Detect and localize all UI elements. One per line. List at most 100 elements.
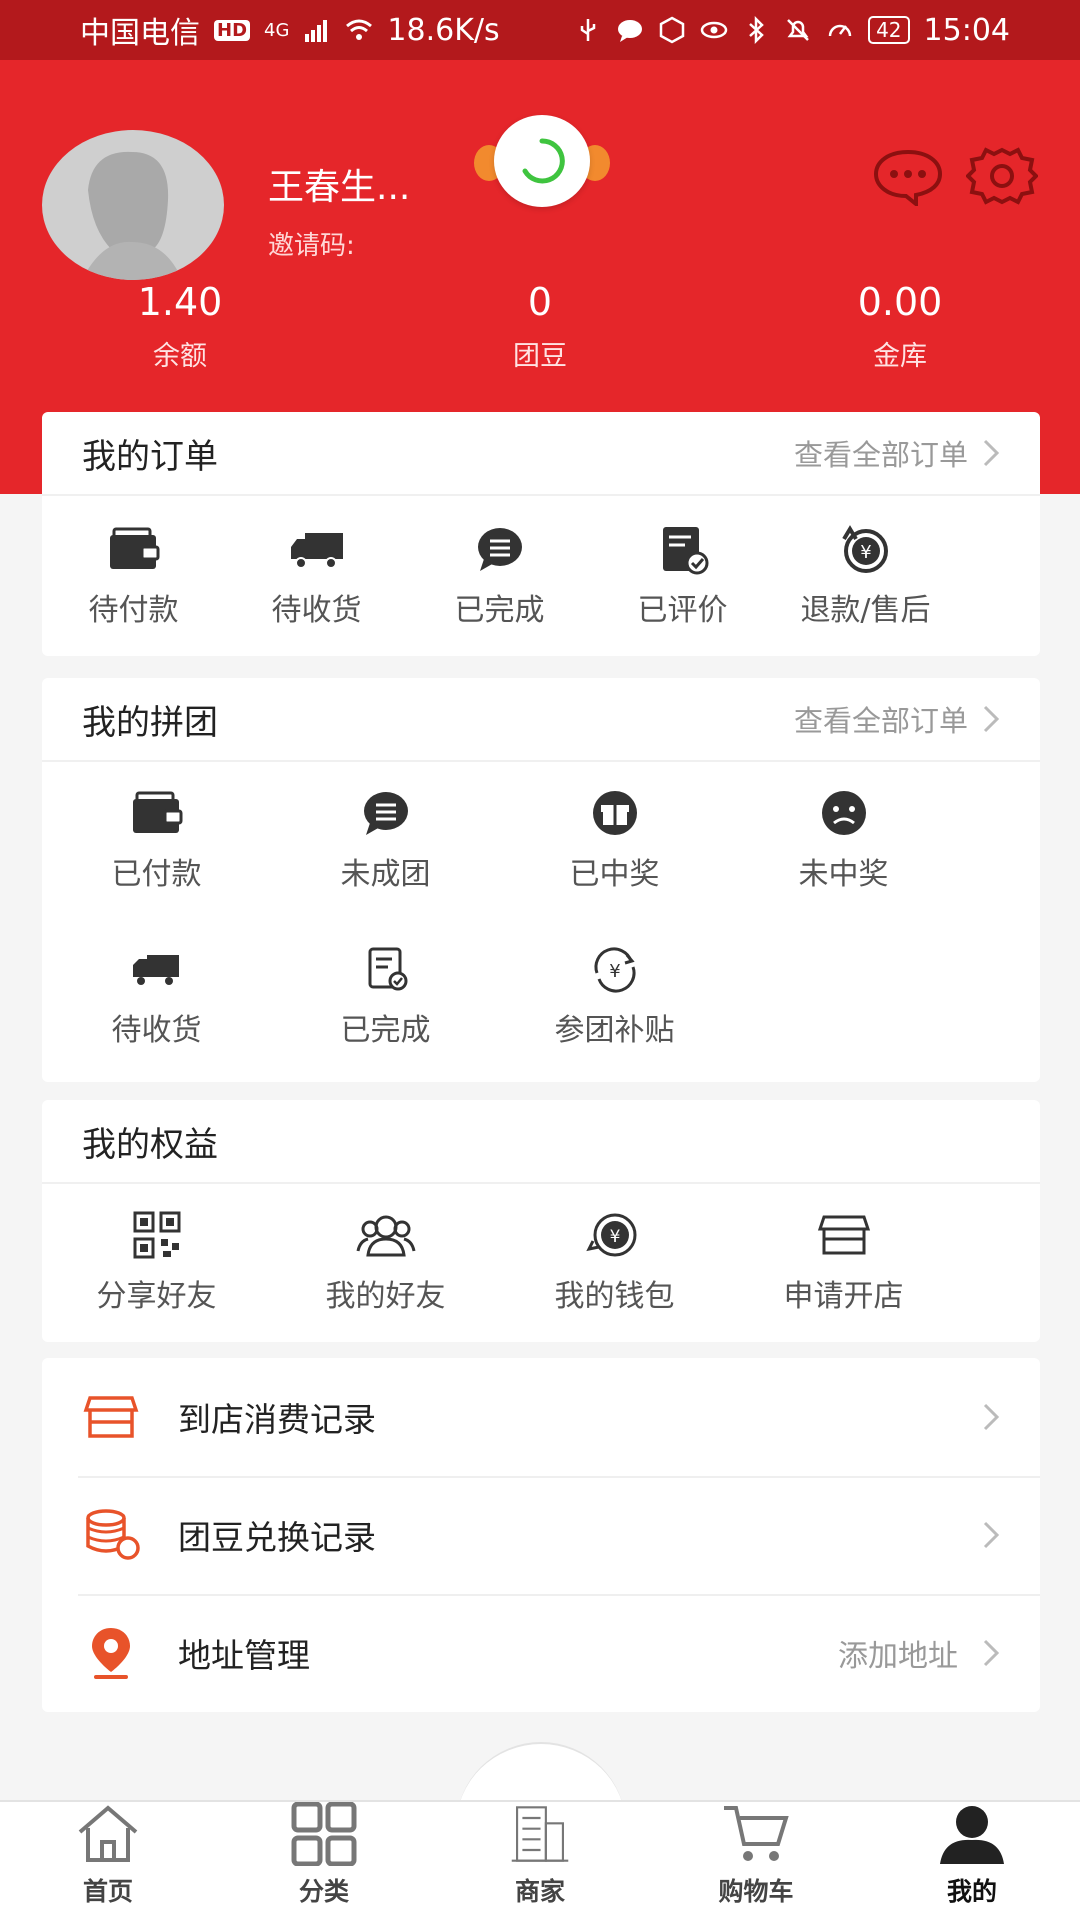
list-item-address[interactable]: 地址管理 添加地址: [42, 1594, 1040, 1712]
group-item-label: 已完成: [340, 1013, 431, 1048]
nav-mine[interactable]: 我的: [864, 1802, 1080, 1920]
user-icon: [940, 1806, 1004, 1864]
usb-icon: [580, 19, 596, 41]
wallet-stats: 1.40 余额 0 团豆 0.00 金库: [0, 280, 1080, 373]
add-address-hint: 添加地址: [838, 1639, 958, 1674]
nav-cart[interactable]: 购物车: [648, 1802, 864, 1920]
store-icon: [817, 1215, 870, 1255]
wallet-icon: [109, 527, 159, 569]
my-wallet[interactable]: ¥ 我的钱包: [500, 1184, 729, 1340]
rights-item-label: 我的好友: [325, 1279, 446, 1314]
home-icon: [78, 1805, 138, 1862]
review-doc-icon: [662, 527, 708, 575]
signal-icon: [305, 20, 328, 42]
invite-code-label: 邀请码:: [268, 231, 355, 261]
nav-label: 商家: [514, 1877, 565, 1906]
group-completed[interactable]: 已完成: [271, 918, 500, 1074]
stat-vault[interactable]: 0.00 金库: [720, 280, 1080, 373]
category-grid-icon: [291, 1802, 357, 1866]
eye-icon: [700, 21, 728, 39]
group-item-label: 已付款: [111, 857, 202, 892]
rights-item-label: 我的钱包: [554, 1279, 675, 1314]
gift-icon: [592, 791, 637, 835]
gear-icon[interactable]: [966, 146, 1038, 206]
qr-code-icon: [133, 1211, 180, 1259]
battery-indicator: 42: [868, 16, 910, 44]
rights-card: 我的权益 分享好友 我的好友 ¥ 我的钱包 申请开店: [42, 1100, 1040, 1342]
stat-value: 1.40: [137, 280, 223, 324]
order-pending-payment[interactable]: 待付款: [42, 496, 225, 656]
cart-icon: [724, 1806, 789, 1861]
wifi-icon: [346, 19, 373, 40]
nav-home[interactable]: 首页: [0, 1802, 216, 1920]
hd-badge: HD: [214, 19, 251, 41]
list-item-label: 团豆兑换记录: [178, 1518, 376, 1557]
stat-label: 金库: [873, 341, 927, 372]
chevron-right-icon: [983, 439, 1000, 467]
hand-icon: [659, 16, 685, 44]
mute-bell-icon: [787, 19, 809, 41]
group-item-label: 参团补贴: [554, 1013, 675, 1048]
order-item-label: 待收货: [271, 593, 362, 628]
stat-tuandou[interactable]: 0 团豆: [360, 280, 720, 373]
order-item-label: 待付款: [88, 593, 179, 628]
order-item-label: 退款/售后: [800, 593, 931, 628]
location-pin-icon: [92, 1628, 130, 1679]
apply-open-store[interactable]: 申请开店: [729, 1184, 958, 1340]
group-title: 我的拼团: [82, 702, 218, 743]
order-completed[interactable]: 已完成: [408, 496, 591, 656]
group-pending-receipt[interactable]: 待收货: [42, 918, 271, 1074]
records-list: 到店消费记录 团豆兑换记录 地址管理 添加地址: [42, 1358, 1040, 1712]
group-card: 我的拼团 查看全部订单 已付款 未成团 已中奖 未中奖 待收货 已完成 ¥ 参团…: [42, 678, 1040, 1082]
nav-label: 我的: [946, 1877, 997, 1906]
building-icon: [511, 1806, 569, 1862]
view-all-group-link[interactable]: 查看全部订单: [794, 698, 1000, 740]
group-not-formed[interactable]: 未成团: [271, 762, 500, 918]
rights-item-label: 分享好友: [96, 1279, 217, 1314]
group-paid[interactable]: 已付款: [42, 762, 271, 918]
svg-text:¥: ¥: [860, 542, 871, 563]
message-notify-icon: [618, 20, 643, 42]
avatar[interactable]: [42, 130, 224, 280]
bluetooth-icon: [749, 16, 764, 44]
list-item-tuandou-exchange[interactable]: 团豆兑换记录: [42, 1476, 1040, 1594]
orders-title: 我的订单: [82, 436, 218, 477]
username[interactable]: 王春生...: [268, 158, 410, 210]
group-item-label: 待收货: [111, 1013, 202, 1048]
view-all-orders-link[interactable]: 查看全部订单: [794, 432, 1000, 474]
nav-merchant[interactable]: 商家: [432, 1802, 648, 1920]
svg-text:¥: ¥: [609, 961, 620, 982]
network-type: 4G: [264, 19, 290, 41]
store-icon: [83, 1396, 139, 1438]
group-subsidy[interactable]: ¥ 参团补贴: [500, 918, 729, 1074]
view-all-label: 查看全部订单: [793, 438, 968, 472]
group-item-label: 未成团: [340, 857, 431, 892]
review-doc-icon: [368, 947, 407, 991]
group-won[interactable]: 已中奖: [500, 762, 729, 918]
stat-balance[interactable]: 1.40 余额: [0, 280, 360, 373]
nav-category[interactable]: 分类: [216, 1802, 432, 1920]
bottom-nav: 首页 分类 商家 购物车 我的: [0, 1800, 1080, 1920]
chevron-right-icon: [983, 705, 1000, 733]
speedometer-icon: [828, 24, 852, 37]
order-reviewed[interactable]: 已评价: [591, 496, 774, 656]
order-refund[interactable]: ¥ 退款/售后: [774, 496, 957, 656]
carrier-label: 中国电信: [80, 16, 200, 51]
list-item-store-consumption[interactable]: 到店消费记录: [42, 1358, 1040, 1476]
stat-value: 0.00: [857, 280, 943, 324]
list-item-label: 到店消费记录: [178, 1400, 376, 1439]
share-friends[interactable]: 分享好友: [42, 1184, 271, 1340]
truck-icon: [132, 955, 179, 985]
message-icon[interactable]: [872, 146, 944, 206]
order-pending-receipt[interactable]: 待收货: [225, 496, 408, 656]
orders-card: 我的订单 查看全部订单 待付款 待收货 已完成 已评价 ¥ 退款/售后: [42, 412, 1040, 656]
coins-icon: [86, 1509, 140, 1560]
chevron-right-icon: [983, 1521, 1000, 1549]
nav-label: 购物车: [718, 1877, 794, 1906]
group-not-won[interactable]: 未中奖: [729, 762, 958, 918]
avatar-silhouette-icon: [82, 151, 182, 280]
group-item-label: 未中奖: [798, 857, 889, 892]
rights-item-label: 申请开店: [783, 1279, 904, 1314]
chat-bubble-icon: [363, 792, 408, 835]
my-friends[interactable]: 我的好友: [271, 1184, 500, 1340]
